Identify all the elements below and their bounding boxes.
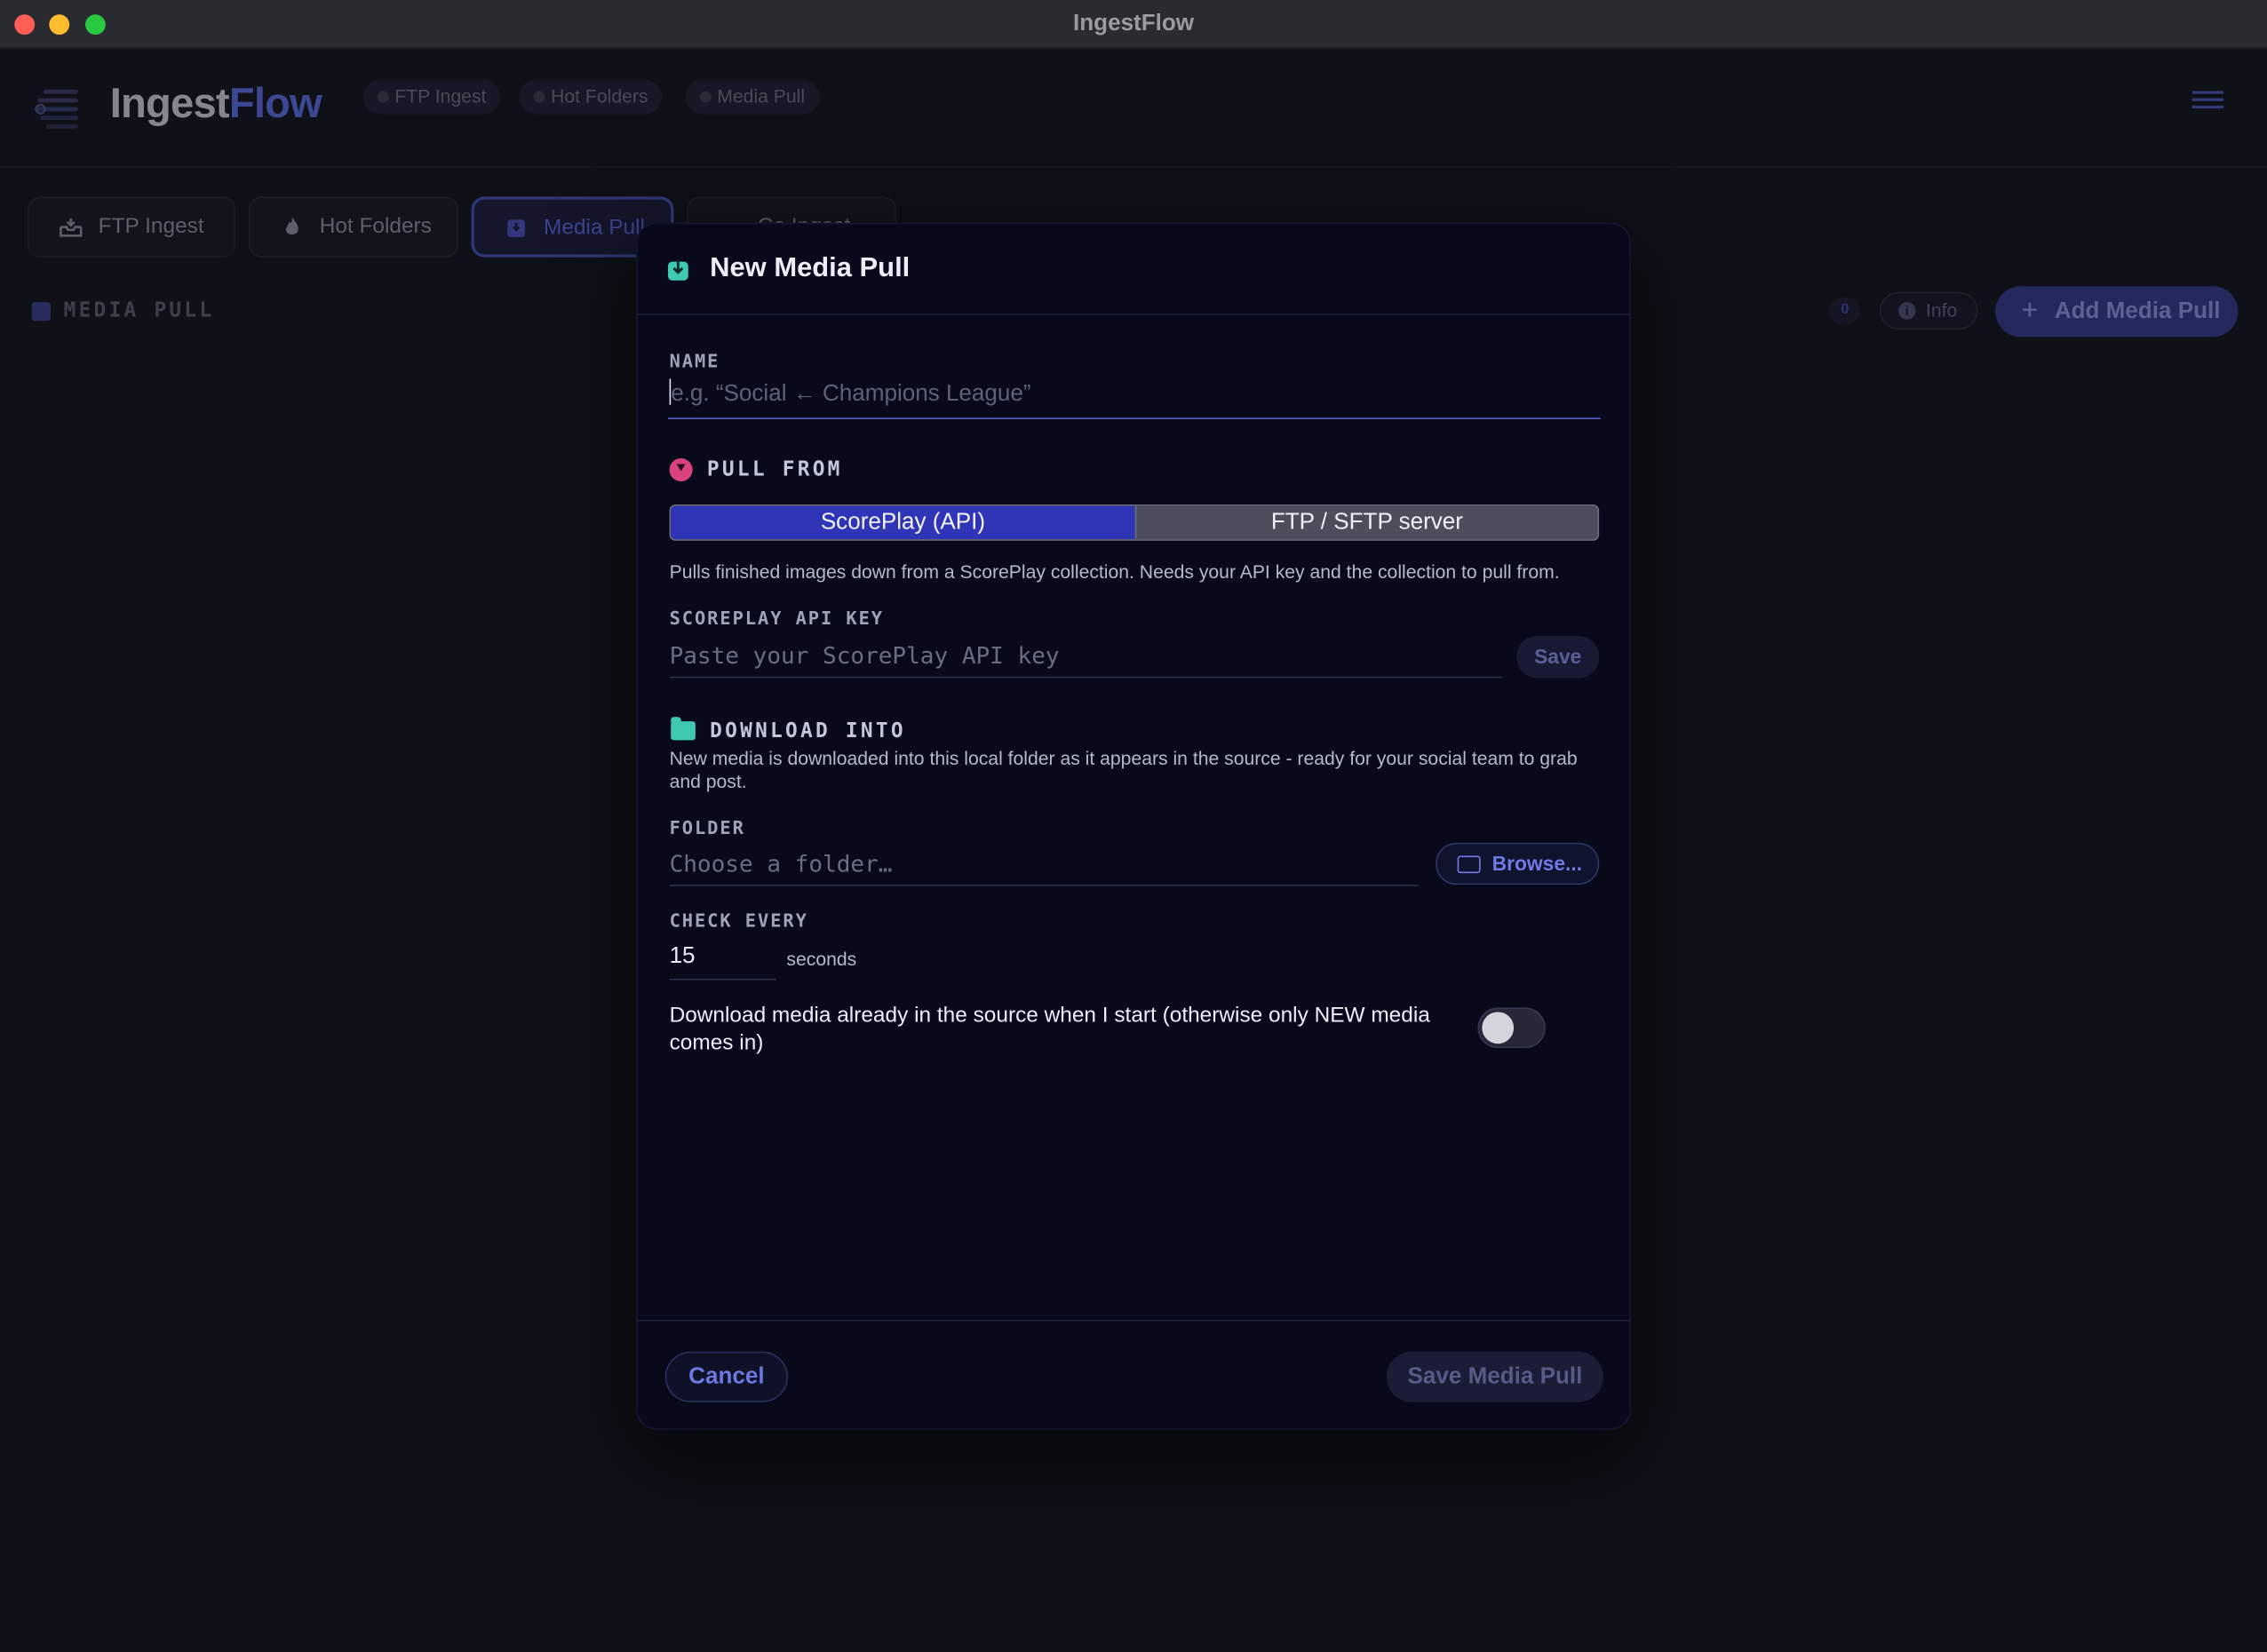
toggle-knob [1482,1012,1515,1044]
name-label: NAME [669,349,720,372]
dialog-title: New Media Pull [710,252,911,284]
download-box-icon [667,259,688,281]
new-media-pull-dialog: New Media Pull NAME e.g. “Social ← Champ… [636,222,1631,1430]
source-help-text: Pulls finished images down from a ScoreP… [669,560,1560,583]
app-window: IngestFlow IngestFlow FTP Ingest Hot Fol… [0,0,2267,1652]
name-placeholder: e.g. “Social ← Champions League” [671,381,1031,407]
folder-placeholder: Choose a folder… [669,850,893,878]
download-into-heading: DOWNLOAD INTO [710,719,906,743]
folder-outline-icon [1457,855,1481,874]
check-every-input[interactable]: 15 [669,944,777,981]
existing-media-toggle[interactable] [1477,1007,1546,1049]
dialog-footer-divider [637,1319,1630,1322]
window-title: IngestFlow [1073,12,1195,36]
save-media-pull-button[interactable]: Save Media Pull [1386,1351,1604,1402]
api-key-label: SCOREPLAY API KEY [669,607,885,630]
source-segmented-control: ScorePlay (API) FTP / SFTP server [669,504,1600,541]
existing-media-label: Download media already in the source whe… [669,1003,1430,1056]
window-titlebar: IngestFlow [0,0,2267,50]
download-circle-icon [669,457,693,481]
api-key-placeholder: Paste your ScorePlay API key [669,641,1060,670]
api-key-input[interactable]: Paste your ScorePlay API key [669,641,1503,679]
browse-button[interactable]: Browse... [1436,842,1600,886]
check-every-unit: seconds [786,948,857,971]
folder-label: FOLDER [669,816,745,839]
dialog-header: New Media Pull [637,224,1630,315]
pull-from-heading: PULL FROM [706,457,843,481]
download-help-text: New media is downloaded into this local … [669,747,1578,792]
source-option-scoreplay-api[interactable]: ScorePlay (API) [671,505,1135,540]
folder-input[interactable]: Choose a folder… [669,850,1419,886]
cancel-button[interactable]: Cancel [664,1351,789,1402]
source-option-ftp-sftp[interactable]: FTP / SFTP server [1134,505,1598,540]
name-input[interactable]: e.g. “Social ← Champions League” [667,378,1601,420]
check-every-label: CHECK EVERY [669,909,808,932]
folder-icon [671,717,696,741]
save-api-key-button[interactable]: Save [1516,636,1600,679]
browse-label: Browse... [1491,851,1583,875]
